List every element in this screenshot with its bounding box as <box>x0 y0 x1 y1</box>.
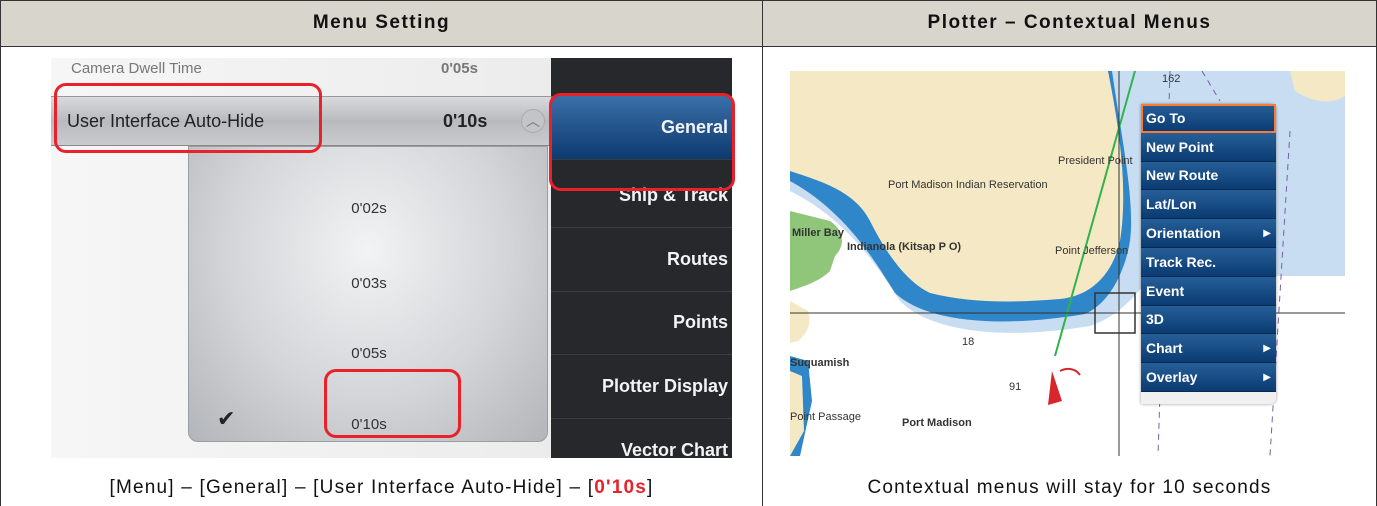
header-menu-setting: Menu Setting <box>1 0 762 46</box>
label-suquamish: Suquamish <box>790 357 850 369</box>
caption-path-prefix: [Menu] – [General] – [User Interface Aut… <box>109 477 595 498</box>
menu-item-label: New Point <box>1146 138 1214 155</box>
sidebar-item-vector-chart[interactable]: Vector Chart <box>551 419 732 458</box>
menu-item-label: Overlay <box>1146 369 1198 386</box>
submenu-arrow-icon: ▶ <box>1263 371 1271 383</box>
menu-item-label: 3D <box>1146 311 1164 328</box>
chart-screenshot: President Point Port Madison Indian Rese… <box>790 71 1345 456</box>
option-0-02s[interactable]: 0'02s <box>189 189 549 229</box>
header-divider <box>0 46 1377 47</box>
caption-contextual-text: Contextual menus will stay for 10 second… <box>867 477 1272 498</box>
menu-item-label: Track Rec. <box>1146 253 1217 270</box>
highlight-auto-hide <box>54 83 322 153</box>
menu-item-label: Orientation <box>1146 225 1221 242</box>
label-reservation: Port Madison Indian Reservation <box>888 179 1048 191</box>
caption-contextual: Contextual menus will stay for 10 second… <box>763 470 1376 506</box>
label-point-jefferson: Point Jefferson <box>1055 245 1129 257</box>
menu-item-track-rec[interactable]: Track Rec. <box>1141 247 1276 277</box>
label-president-point: President Point <box>1058 155 1133 167</box>
highlight-general <box>549 93 735 191</box>
menu-item-chart[interactable]: Chart ▶ <box>1141 334 1276 364</box>
sidebar-item-points[interactable]: Points <box>551 291 732 355</box>
label-depth-91: 91 <box>1009 381 1022 393</box>
menu-item-lat-lon[interactable]: Lat/Lon <box>1141 190 1276 220</box>
menu-item-orientation[interactable]: Orientation ▶ <box>1141 219 1276 248</box>
option-0-03s[interactable]: 0'03s <box>189 264 549 304</box>
label-port-madison: Port Madison <box>902 417 972 429</box>
menu-item-go-to[interactable]: Go To <box>1141 104 1276 133</box>
menu-item-label: New Route <box>1146 167 1219 184</box>
menu-item-label: Go To <box>1146 109 1186 126</box>
header-plotter: Plotter – Contextual Menus <box>763 0 1376 46</box>
label-miller-bay: Miller Bay <box>792 227 844 239</box>
sidebar-item-routes[interactable]: Routes <box>551 228 732 292</box>
menu-item-3d[interactable]: 3D <box>1141 305 1276 335</box>
checkmark-icon: ✔ <box>217 406 236 431</box>
chevron-up-icon[interactable]: ︿ <box>521 109 545 133</box>
header-left-label: Menu Setting <box>312 12 451 33</box>
camera-dwell-value: 0'05s <box>441 60 478 77</box>
sidebar-item-plotter-display[interactable]: Plotter Display <box>551 355 732 419</box>
menu-item-label: Lat/Lon <box>1146 196 1197 213</box>
camera-dwell-label: Camera Dwell Time <box>71 60 202 77</box>
label-depth-162: 162 <box>1162 73 1181 85</box>
table-border-top <box>0 0 1377 1</box>
contextual-menu: Go To New Point New Route Lat/Lon Orient… <box>1141 104 1276 404</box>
menu-item-label: Event <box>1146 282 1185 299</box>
label-point-passage: Point Passage <box>790 411 861 423</box>
menu-item-label: Chart <box>1146 340 1183 357</box>
option-0-05s[interactable]: 0'05s <box>189 334 549 374</box>
caption-path-value: 0'10s <box>594 477 647 498</box>
menu-item-overlay[interactable]: Overlay ▶ <box>1141 363 1276 392</box>
highlight-0-10s <box>324 369 461 438</box>
menu-item-new-route[interactable]: New Route <box>1141 161 1276 191</box>
submenu-arrow-icon: ▶ <box>1263 342 1271 354</box>
label-depth-18: 18 <box>962 336 975 348</box>
label-indianola: Indianola (Kitsap P O) <box>847 241 962 253</box>
auto-hide-value: 0'10s <box>443 111 488 131</box>
caption-menu-path: [Menu] – [General] – [User Interface Aut… <box>1 470 762 506</box>
column-divider <box>762 0 763 506</box>
menu-item-new-point[interactable]: New Point <box>1141 132 1276 162</box>
comparison-table: Menu Setting Plotter – Contextual Menus … <box>0 0 1377 506</box>
table-border-left <box>0 0 1 506</box>
submenu-arrow-icon: ▶ <box>1263 227 1271 239</box>
header-right-label: Plotter – Contextual Menus <box>927 12 1212 33</box>
caption-path-suffix: ] <box>647 477 654 498</box>
menu-item-event[interactable]: Event <box>1141 276 1276 306</box>
